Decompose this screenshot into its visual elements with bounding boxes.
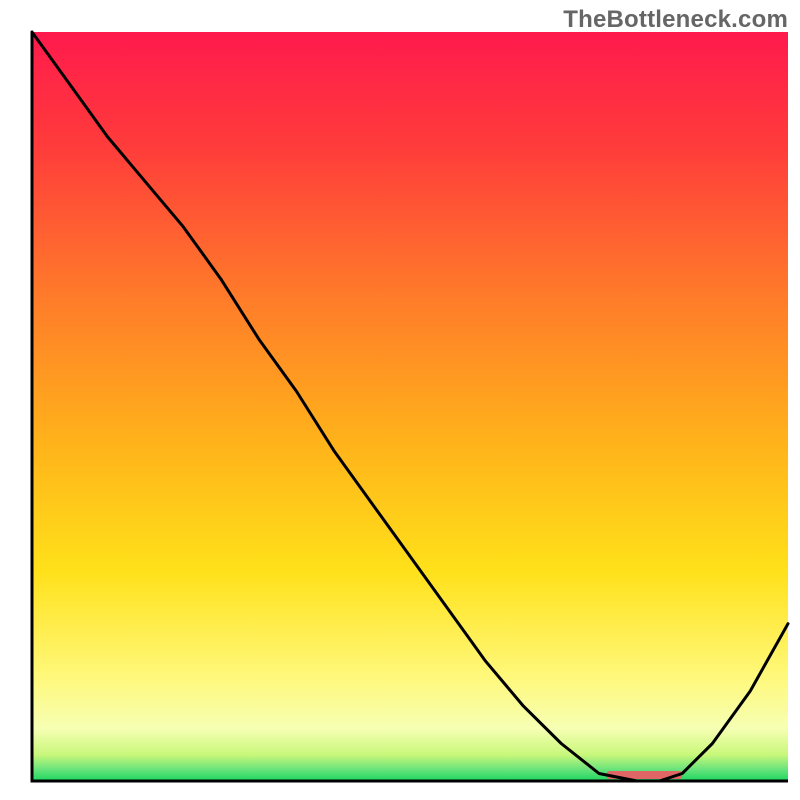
- chart-canvas: TheBottleneck.com: [0, 0, 800, 800]
- bottleneck-chart: [0, 0, 800, 800]
- plot-background: [32, 32, 788, 781]
- watermark-text: TheBottleneck.com: [563, 6, 788, 34]
